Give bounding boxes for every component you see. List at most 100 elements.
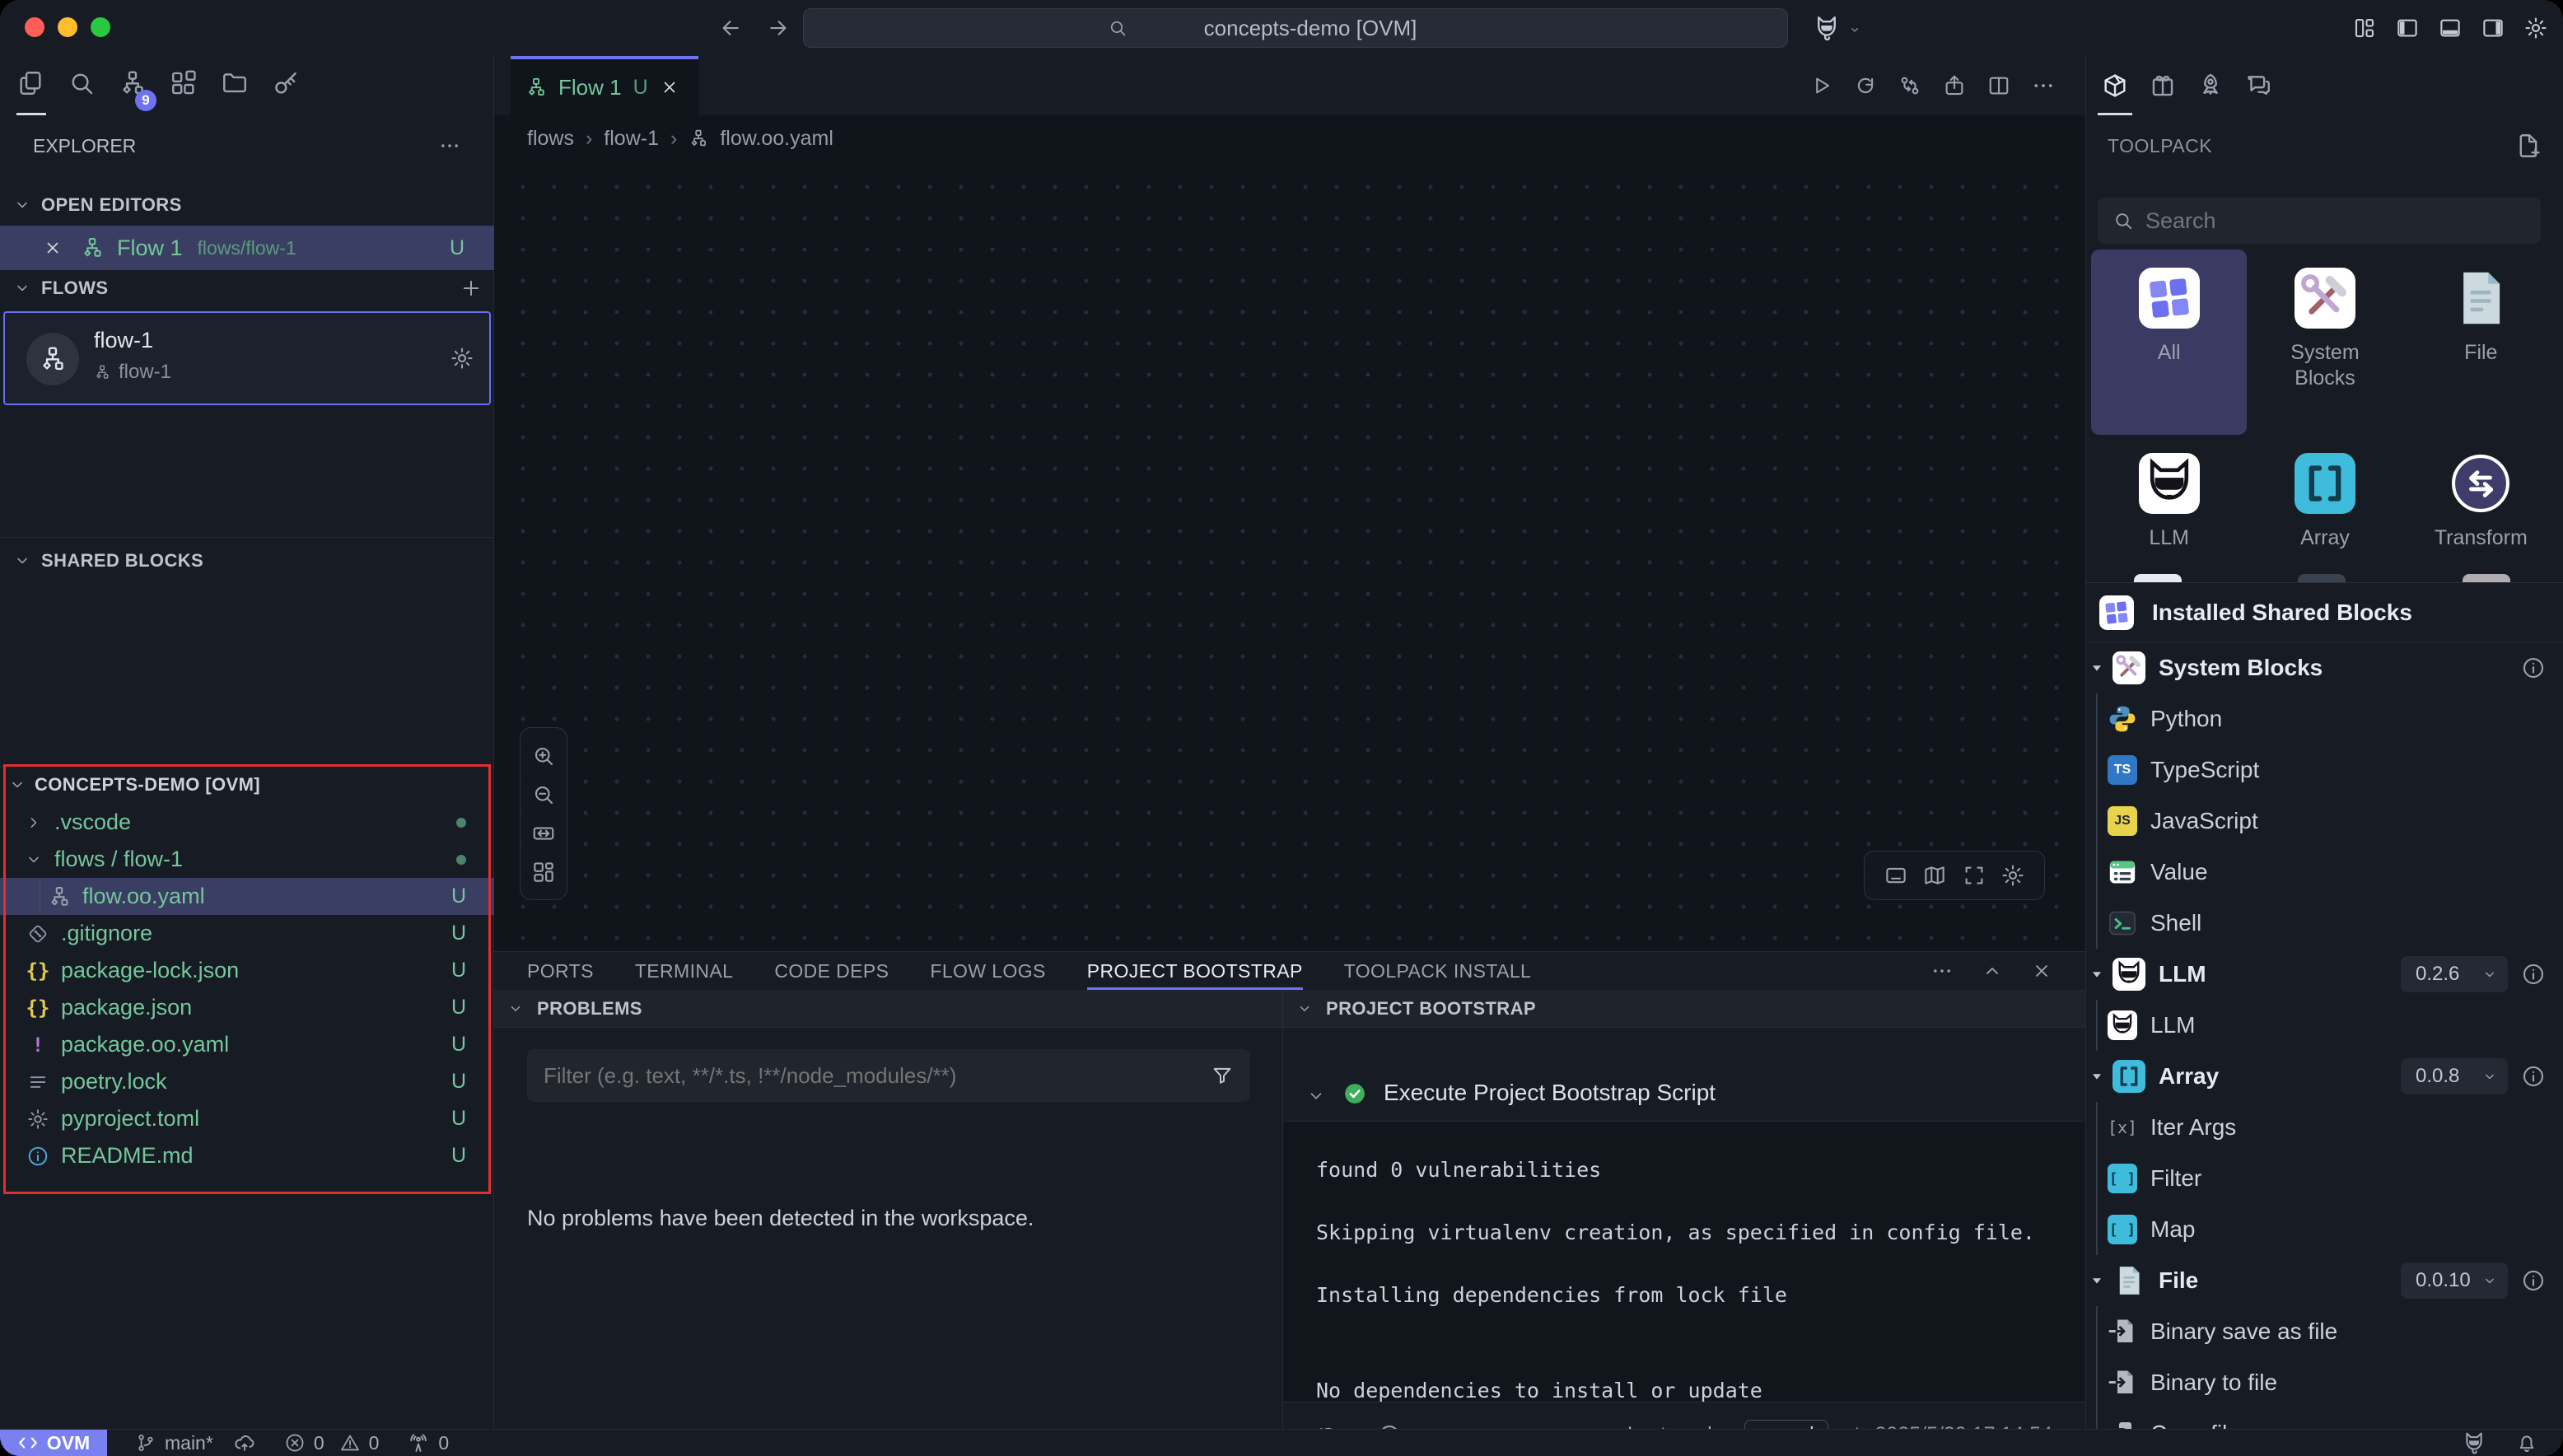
filter-funnel-icon[interactable]: [1211, 1064, 1234, 1087]
oomol-cat-icon[interactable]: [2461, 1430, 2487, 1456]
close-tab-icon[interactable]: [660, 77, 679, 97]
installed-block-copy-file[interactable]: Copy file: [2086, 1408, 2563, 1429]
ports-indicator[interactable]: 0: [407, 1431, 449, 1454]
panel-tab-flow-logs[interactable]: FLOW LOGS: [930, 952, 1045, 990]
tab-gift-icon[interactable]: [2149, 72, 2177, 100]
oomol-cat-icon[interactable]: [1812, 13, 1842, 43]
toggle-primary-sidebar-icon[interactable]: [2395, 16, 2420, 40]
toolpack-search-input[interactable]: [2145, 208, 2526, 234]
tree-item-package.json[interactable]: {}package.jsonU: [0, 989, 494, 1026]
notifications-bell-icon[interactable]: [2515, 1431, 2538, 1454]
fit-width-icon[interactable]: [531, 821, 556, 846]
expand-triangle-icon[interactable]: [2088, 965, 2106, 983]
flow-settings-gear-icon[interactable]: [450, 346, 474, 371]
panel-tab-terminal[interactable]: TERMINAL: [635, 952, 734, 990]
settings-gear-icon[interactable]: [2523, 16, 2548, 40]
problems-filter-field[interactable]: [527, 1049, 1250, 1102]
installed-block-shell[interactable]: Shell: [2086, 898, 2563, 949]
tree-item-readme.md[interactable]: README.mdU: [0, 1137, 494, 1174]
project-section-header[interactable]: CONCEPTS-DEMO [OVM]: [8, 774, 260, 796]
maximize-panel-icon[interactable]: [1982, 960, 2003, 982]
problems-indicator[interactable]: 0 0: [284, 1432, 380, 1454]
minimap-icon[interactable]: [1922, 863, 1947, 888]
flows-section-header[interactable]: FLOWS: [13, 277, 483, 300]
version-select[interactable]: 0.0.10: [2401, 1262, 2508, 1299]
activity-item-folder[interactable]: [221, 69, 249, 103]
flow-canvas[interactable]: [494, 161, 2085, 951]
activity-item-files[interactable]: [16, 69, 44, 103]
export-icon[interactable]: [1942, 73, 1967, 98]
close-panel-icon[interactable]: [2031, 960, 2052, 982]
history-forward-icon[interactable]: [766, 16, 791, 40]
tab-toolpack-cube-icon[interactable]: [2101, 72, 2129, 100]
activity-item-blocks[interactable]: [170, 69, 198, 103]
panel-tab-ports[interactable]: PORTS: [527, 952, 594, 990]
version-select[interactable]: 0.2.6: [2401, 956, 2508, 992]
split-icon[interactable]: [1986, 73, 2011, 98]
installed-block-llm[interactable]: LLM: [2086, 1000, 2563, 1051]
installed-block-typescript[interactable]: TSTypeScript: [2086, 744, 2563, 796]
installed-group-llm[interactable]: LLM0.2.6: [2086, 949, 2563, 1000]
info-icon[interactable]: [2521, 1268, 2546, 1293]
breadcrumb-item[interactable]: flow-1: [604, 127, 659, 151]
installed-block-python[interactable]: Python: [2086, 693, 2563, 744]
toolpack-search-field[interactable]: [2098, 198, 2541, 244]
problems-filter-input[interactable]: [544, 1063, 1211, 1089]
toggle-secondary-sidebar-icon[interactable]: [2481, 16, 2505, 40]
installed-block-binary-to-file[interactable]: Binary to file: [2086, 1357, 2563, 1408]
installed-group-file[interactable]: File0.0.10: [2086, 1255, 2563, 1306]
info-icon[interactable]: [2521, 656, 2546, 680]
remote-indicator[interactable]: OVM: [0, 1430, 107, 1456]
flow-card[interactable]: flow-1 flow-1: [3, 311, 491, 405]
tab-rocket-icon[interactable]: [2197, 72, 2225, 100]
close-window-button[interactable]: [25, 17, 44, 37]
open-editor-item[interactable]: Flow 1 flows/flow-1 U: [0, 226, 494, 270]
more-icon[interactable]: [2031, 73, 2056, 98]
installed-block-filter[interactable]: [ ]Filter: [2086, 1153, 2563, 1204]
rerun-icon[interactable]: [1853, 73, 1878, 98]
problems-header[interactable]: PROBLEMS: [494, 990, 1282, 1028]
breadcrumb-item[interactable]: flows: [527, 127, 574, 151]
expand-triangle-icon[interactable]: [2088, 1272, 2106, 1290]
installed-block-iter-args[interactable]: [x]Iter Args: [2086, 1102, 2563, 1153]
run-icon[interactable]: [1809, 73, 1833, 98]
window-search-input[interactable]: [1137, 16, 1483, 41]
tree-item-.vscode[interactable]: .vscode: [0, 804, 494, 841]
expand-triangle-icon[interactable]: [2088, 659, 2106, 677]
version-select[interactable]: 0.0.8: [2401, 1058, 2508, 1094]
command-center-search[interactable]: [803, 8, 1788, 48]
toggle-panel-icon[interactable]: [2438, 16, 2463, 40]
auto-layout-icon[interactable]: [531, 860, 556, 884]
zoom-window-button[interactable]: [91, 17, 110, 37]
history-back-icon[interactable]: [718, 16, 743, 40]
panel-more-actions-icon[interactable]: [1930, 959, 1954, 982]
info-icon[interactable]: [2521, 962, 2546, 987]
block-category-all[interactable]: All: [2091, 250, 2247, 435]
installed-block-map[interactable]: [ ]Map: [2086, 1204, 2563, 1255]
block-category-file[interactable]: File: [2403, 250, 2559, 435]
info-icon[interactable]: [2521, 1064, 2546, 1089]
tab-chat-icon[interactable]: [2244, 72, 2272, 100]
shared-blocks-section-header[interactable]: SHARED BLOCKS: [13, 550, 203, 572]
tree-item-flow.oo.yaml[interactable]: flow.oo.yamlU: [0, 878, 494, 915]
tree-item-poetry.lock[interactable]: poetry.lockU: [0, 1063, 494, 1100]
add-flow-icon[interactable]: [460, 277, 483, 300]
fullscreen-icon[interactable]: [1962, 863, 1986, 888]
compare-icon[interactable]: [1898, 73, 1922, 98]
bootstrap-task-row[interactable]: Execute Project Bootstrap Script: [1283, 1028, 2085, 1122]
minimize-window-button[interactable]: [58, 17, 77, 37]
activity-item-search[interactable]: [68, 69, 96, 103]
tab-flow-1[interactable]: Flow 1 U: [511, 56, 698, 115]
project-bootstrap-header[interactable]: PROJECT BOOTSTRAP: [1283, 990, 2085, 1028]
expand-triangle-icon[interactable]: [2088, 1067, 2106, 1085]
installed-block-javascript[interactable]: JSJavaScript: [2086, 796, 2563, 847]
panel-tab-project-bootstrap[interactable]: PROJECT BOOTSTRAP: [1087, 952, 1303, 990]
publish-cloud-icon[interactable]: [233, 1431, 256, 1454]
tree-item-flows-flow-1[interactable]: flows / flow-1: [0, 841, 494, 878]
zoom-out-icon[interactable]: [531, 782, 556, 807]
installed-group-system-blocks[interactable]: System Blocks: [2086, 642, 2563, 693]
new-toolpack-file-icon[interactable]: [2514, 132, 2542, 160]
installed-block-binary-save-as-file[interactable]: Binary save as file: [2086, 1306, 2563, 1357]
activity-item-flows[interactable]: 9: [119, 69, 147, 103]
customize-layout-icon[interactable]: [2352, 16, 2377, 40]
